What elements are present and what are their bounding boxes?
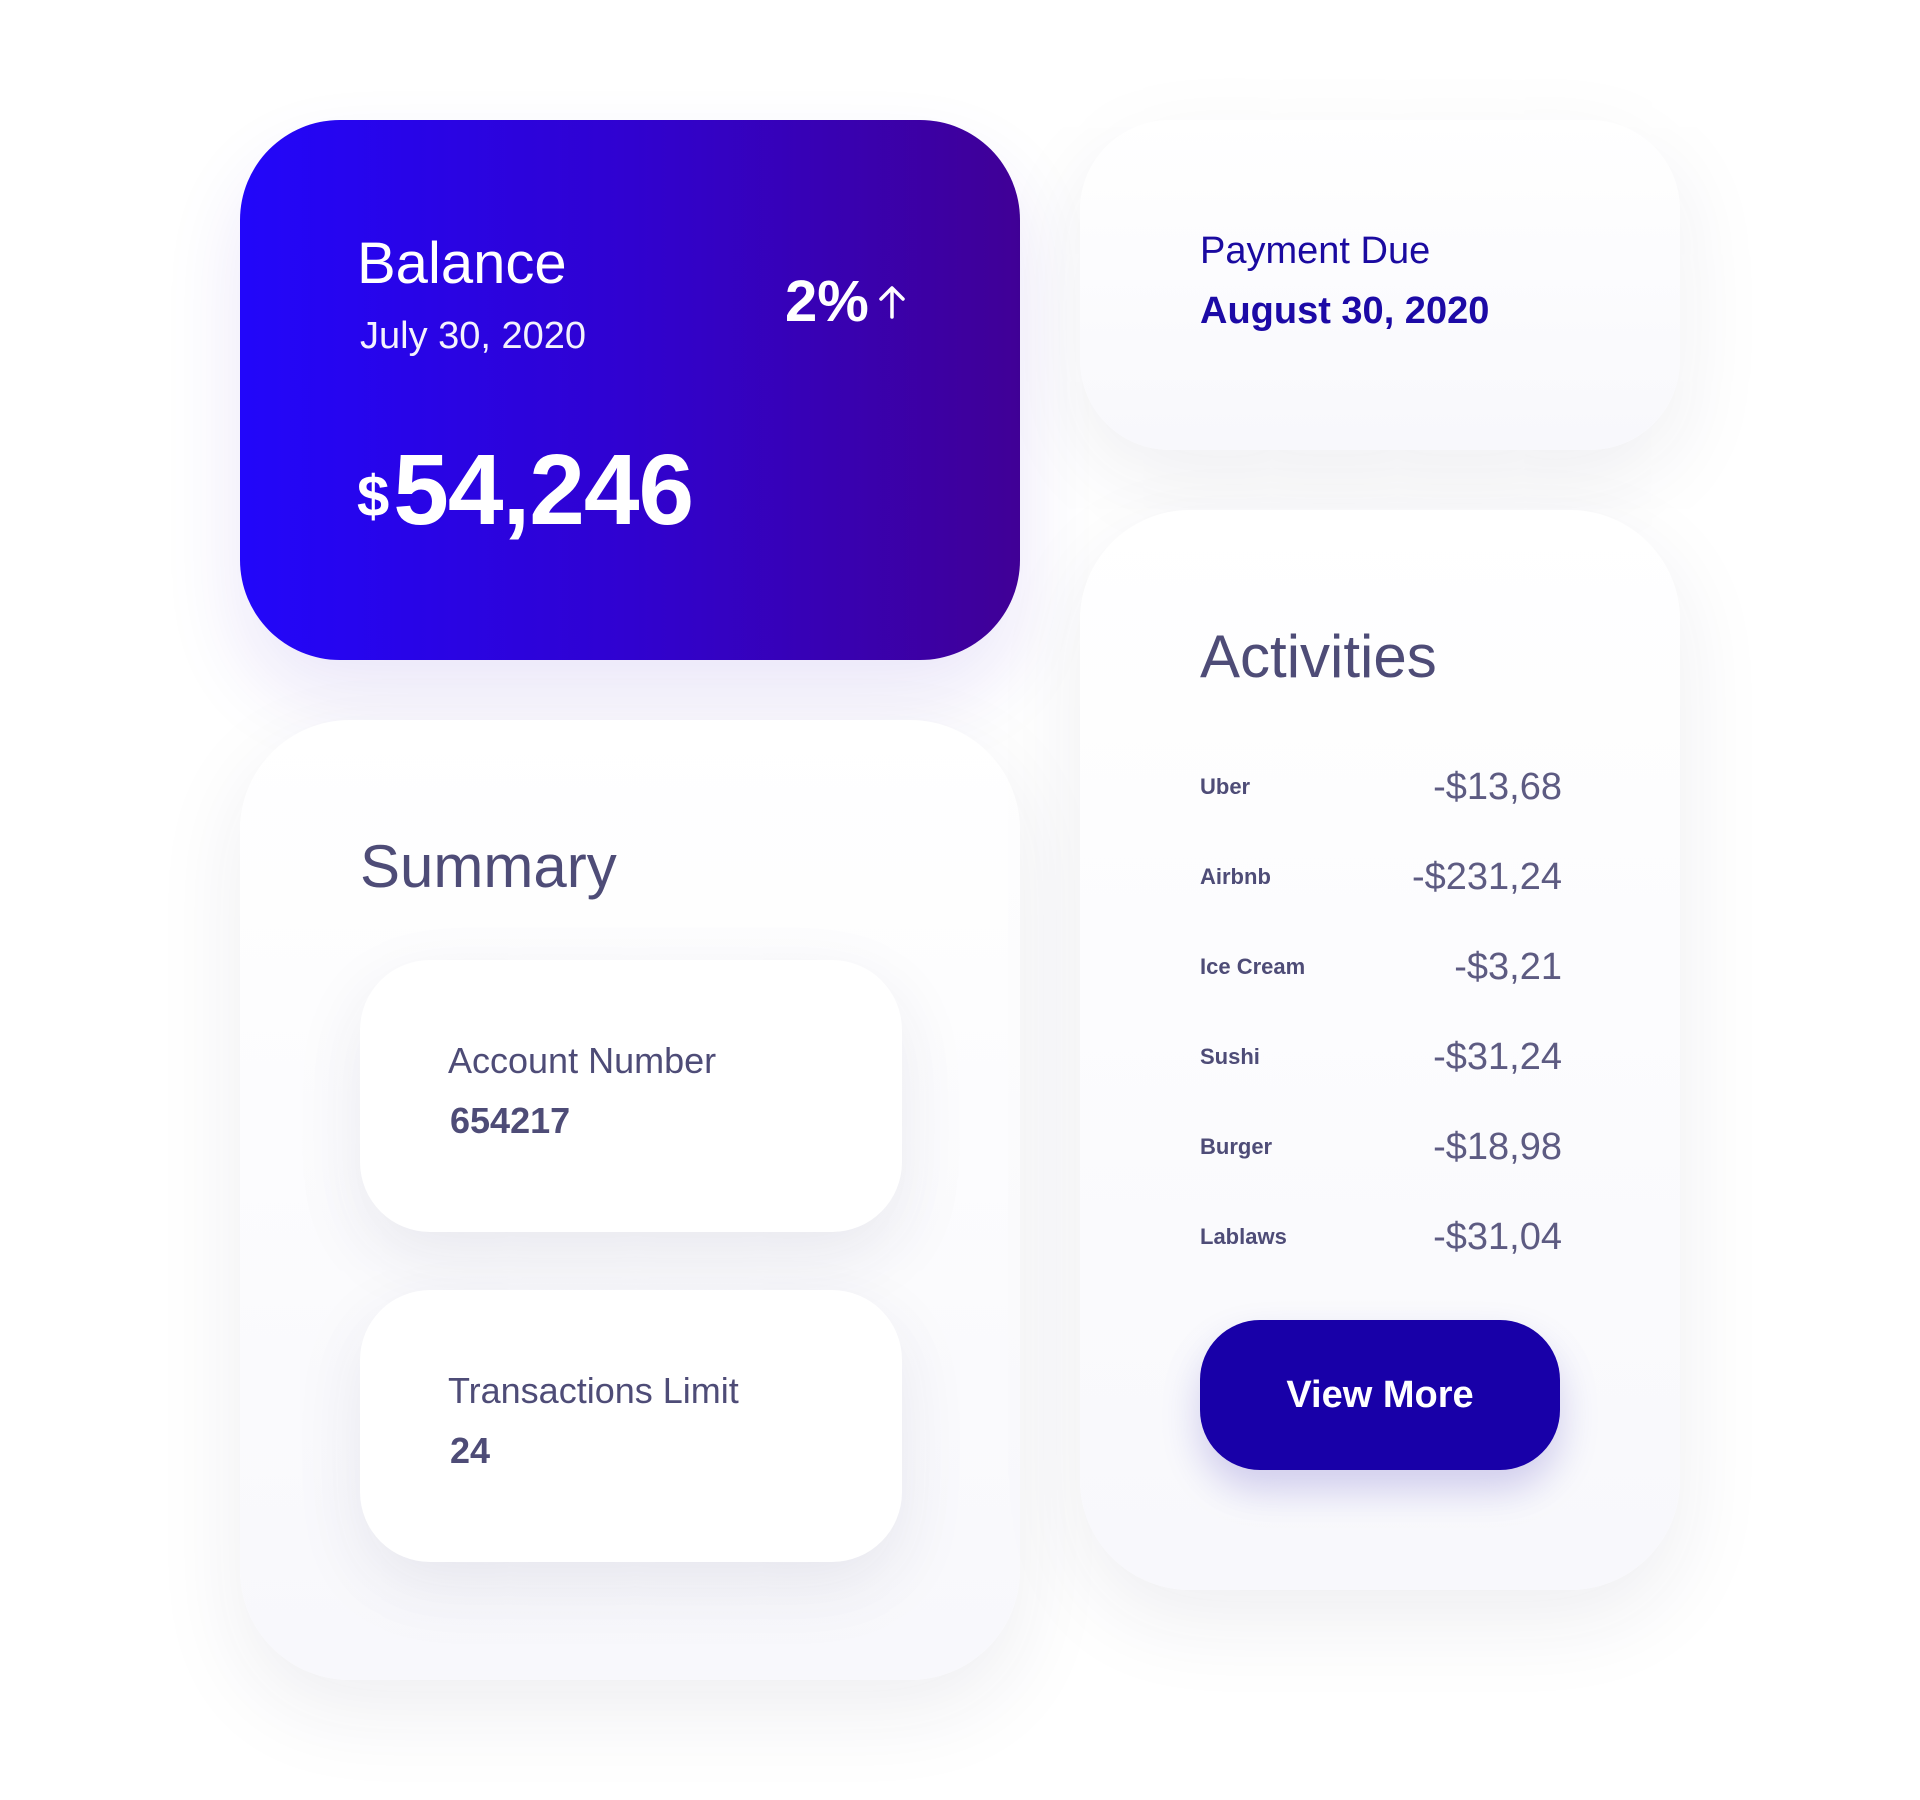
activity-name: Sushi <box>1200 1044 1260 1069</box>
balance-change: 2% <box>785 268 907 335</box>
activity-name: Uber <box>1200 774 1251 799</box>
summary-card: Summary Account Number 654217 Transactio… <box>240 720 1020 1680</box>
payment-due-card: Payment Due August 30, 2020 <box>1080 120 1680 450</box>
activity-row[interactable]: Airbnb -$231,24 <box>1200 832 1562 922</box>
activity-amount: -$31,24 <box>1433 1035 1562 1078</box>
dashboard: Balance July 30, 2020 2% $ 54,246 Paymen… <box>0 0 1920 1800</box>
activity-name: Airbnb <box>1200 864 1271 889</box>
balance-amount: $ 54,246 <box>357 434 694 546</box>
activity-row[interactable]: Burger -$18,98 <box>1200 1102 1562 1192</box>
activity-amount: -$231,24 <box>1411 855 1562 898</box>
balance-title: Balance <box>357 231 567 296</box>
transactions-limit-label: Transactions Limit <box>448 1370 739 1411</box>
balance-value: 54,246 <box>393 434 694 546</box>
account-number-label: Account Number <box>448 1040 717 1081</box>
balance-change-percent: 2% <box>785 269 869 334</box>
activity-row[interactable]: Uber -$13,68 <box>1200 742 1562 832</box>
payment-due-date: August 30, 2020 <box>1200 290 1490 332</box>
activity-amount: -$31,04 <box>1433 1215 1562 1258</box>
activity-amount: -$18,98 <box>1433 1125 1562 1168</box>
activities-card: Activities Uber -$13,68 Airbnb -$231,24 … <box>1080 510 1680 1590</box>
activities-title: Activities <box>1200 623 1437 690</box>
activity-row[interactable]: Lablaws -$31,04 <box>1200 1192 1562 1282</box>
account-number-value: 654217 <box>450 1100 571 1141</box>
transactions-limit-card: Transactions Limit 24 <box>360 1290 902 1562</box>
activity-row[interactable]: Ice Cream -$3,21 <box>1200 922 1562 1012</box>
activity-amount: -$3,21 <box>1454 945 1562 988</box>
activity-row[interactable]: Sushi -$31,24 <box>1200 1012 1562 1102</box>
activity-name: Burger <box>1200 1134 1273 1159</box>
account-number-card: Account Number 654217 <box>360 960 902 1232</box>
view-more-button[interactable]: View More <box>1200 1320 1560 1470</box>
transactions-limit-value: 24 <box>450 1430 491 1471</box>
arrow-up-icon <box>879 285 905 319</box>
payment-due-label: Payment Due <box>1200 230 1431 272</box>
summary-title: Summary <box>360 833 617 900</box>
activity-amount: -$13,68 <box>1433 765 1562 808</box>
activity-name: Ice Cream <box>1200 954 1306 979</box>
balance-date: July 30, 2020 <box>360 315 587 357</box>
activity-list: Uber -$13,68 Airbnb -$231,24 Ice Cream -… <box>1200 742 1562 1282</box>
activity-name: Lablaws <box>1200 1224 1287 1249</box>
currency-symbol: $ <box>357 464 390 529</box>
balance-card: Balance July 30, 2020 2% $ 54,246 <box>240 120 1020 660</box>
